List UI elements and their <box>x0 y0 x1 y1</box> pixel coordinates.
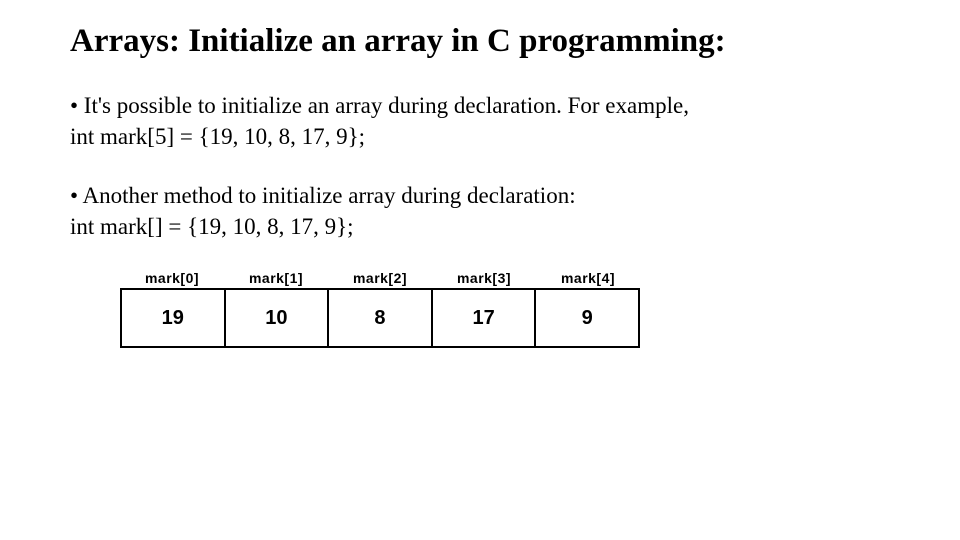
paragraph-2: • Another method to initialize array dur… <box>70 180 900 242</box>
array-value-cell: 8 <box>329 290 433 346</box>
array-values-row: 19 10 8 17 9 <box>120 288 640 348</box>
array-index-label: mark[4] <box>536 270 640 288</box>
array-value-cell: 17 <box>433 290 537 346</box>
para1-line1: • It's possible to initialize an array d… <box>70 90 900 121</box>
array-diagram: mark[0] mark[1] mark[2] mark[3] mark[4] … <box>120 270 640 348</box>
array-index-label: mark[2] <box>328 270 432 288</box>
array-value-cell: 9 <box>536 290 638 346</box>
para2-line1: • Another method to initialize array dur… <box>70 180 900 211</box>
array-value-cell: 10 <box>226 290 330 346</box>
slide-title: Arrays: Initialize an array in C program… <box>70 22 900 62</box>
array-index-row: mark[0] mark[1] mark[2] mark[3] mark[4] <box>120 270 640 288</box>
para2-line2: int mark[] = {19, 10, 8, 17, 9}; <box>70 211 900 242</box>
array-value-cell: 19 <box>122 290 226 346</box>
paragraph-1: • It's possible to initialize an array d… <box>70 90 900 152</box>
array-index-label: mark[1] <box>224 270 328 288</box>
para1-line2: int mark[5] = {19, 10, 8, 17, 9}; <box>70 121 900 152</box>
array-index-label: mark[0] <box>120 270 224 288</box>
slide: Arrays: Initialize an array in C program… <box>0 0 960 348</box>
array-index-label: mark[3] <box>432 270 536 288</box>
